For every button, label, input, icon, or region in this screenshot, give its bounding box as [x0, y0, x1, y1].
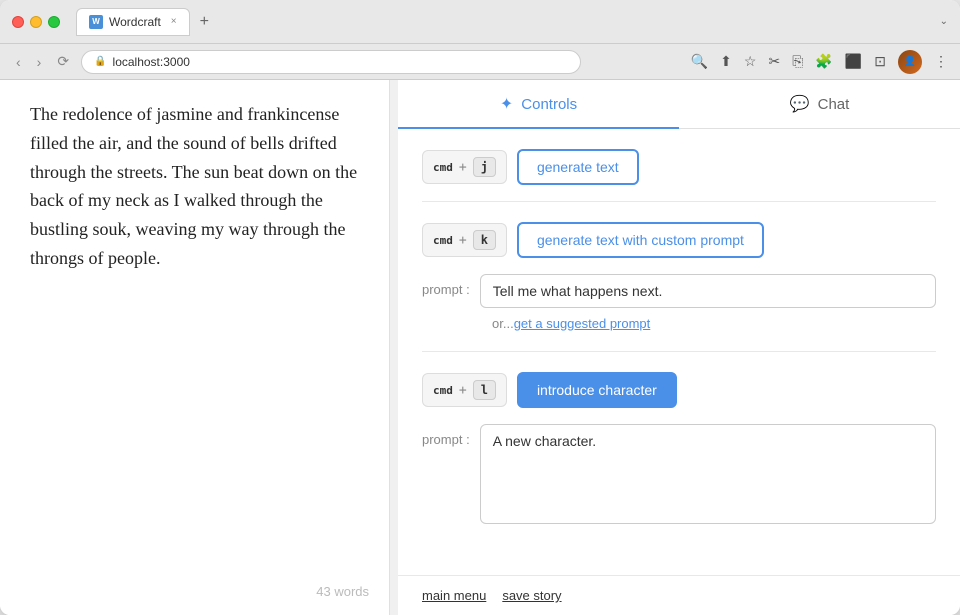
panel-tabs: ✦ Controls 💬 Chat	[398, 80, 960, 129]
search-icon[interactable]: 🔍	[691, 53, 708, 70]
avatar[interactable]: 👤	[898, 50, 922, 74]
save-story-link[interactable]: save story	[502, 588, 561, 603]
generate-text-button[interactable]: generate text	[517, 149, 639, 185]
generate-text-custom-button[interactable]: generate text with custom prompt	[517, 222, 764, 258]
browser-window: W Wordcraft × + ⌄ ‹ › ⟳ 🔒 localhost:3000…	[0, 0, 960, 615]
plus-sign-3: +	[459, 383, 467, 398]
suggest-link-row: or...get a suggested prompt	[492, 316, 936, 331]
back-button[interactable]: ‹	[12, 52, 25, 72]
main-content: The redolence of jasmine and frankincens…	[0, 80, 960, 615]
copy-icon[interactable]: ⎘	[792, 53, 803, 70]
extensions-icon[interactable]: 🧩	[815, 53, 832, 70]
close-button[interactable]	[12, 16, 24, 28]
tab-controls[interactable]: ✦ Controls	[398, 80, 679, 128]
get-suggested-prompt-link[interactable]: get a suggested prompt	[514, 316, 651, 331]
share-icon[interactable]: ⬆	[720, 53, 732, 70]
cmd-row-2: cmd + k generate text with custom prompt	[422, 222, 936, 258]
window-chevron[interactable]: ⌄	[940, 16, 948, 27]
panel-divider[interactable]	[390, 80, 398, 615]
chat-icon: 💬	[790, 94, 810, 114]
minimize-button[interactable]	[30, 16, 42, 28]
address-text: localhost:3000	[113, 55, 190, 69]
tab-chat[interactable]: 💬 Chat	[679, 80, 960, 128]
browser-tab[interactable]: W Wordcraft ×	[76, 8, 190, 36]
introduce-character-button[interactable]: introduce character	[517, 372, 677, 408]
prompt-input-2[interactable]	[480, 274, 936, 308]
tab-favicon: W	[89, 15, 103, 29]
tab-label: Wordcraft	[109, 15, 161, 29]
refresh-button[interactable]: ⟳	[53, 51, 73, 72]
cmd-badge-1: cmd + j	[422, 150, 507, 184]
cmd-modifier-1: cmd	[433, 161, 453, 174]
cmd-badge-3: cmd + l	[422, 373, 507, 407]
cmd-badge-2: cmd + k	[422, 223, 507, 257]
browser-toolbar: 🔍 ⬆ ☆ ✂ ⎘ 🧩 ⬛ ⊡ 👤 ⋮	[691, 50, 948, 74]
cmd-row-1: cmd + j generate text	[422, 149, 936, 185]
controls-panel: ✦ Controls 💬 Chat cmd + j generat	[398, 80, 960, 615]
prompt-label-3: prompt :	[422, 424, 470, 447]
prompt-label-2: prompt :	[422, 274, 470, 297]
suggest-prefix: or...	[492, 316, 514, 331]
divider-2	[422, 351, 936, 352]
plus-sign-2: +	[459, 233, 467, 248]
prompt-textarea-3[interactable]	[480, 424, 936, 524]
cut-icon[interactable]: ✂	[768, 53, 780, 70]
word-count: 43 words	[316, 584, 369, 599]
key-letter-2: k	[473, 230, 496, 250]
cmd-modifier-3: cmd	[433, 384, 453, 397]
more-icon[interactable]: ⋮	[934, 53, 948, 70]
new-tab-button[interactable]: +	[194, 13, 215, 31]
bottom-bar: main menu save story	[398, 575, 960, 615]
address-bar[interactable]: 🔒 localhost:3000	[81, 50, 581, 74]
prompt-row-2: prompt :	[422, 274, 936, 308]
maximize-button[interactable]	[48, 16, 60, 28]
cmd-modifier-2: cmd	[433, 234, 453, 247]
forward-button[interactable]: ›	[33, 52, 46, 72]
editor-panel: The redolence of jasmine and frankincens…	[0, 80, 390, 615]
plus-sign-1: +	[459, 160, 467, 175]
traffic-lights	[12, 16, 60, 28]
lock-icon: 🔒	[94, 56, 106, 67]
title-bar: W Wordcraft × + ⌄	[0, 0, 960, 44]
window-icon[interactable]: ⊡	[874, 53, 886, 70]
controls-tab-label: Controls	[521, 96, 577, 113]
prompt-row-3: prompt :	[422, 424, 936, 524]
address-bar-row: ‹ › ⟳ 🔒 localhost:3000 🔍 ⬆ ☆ ✂ ⎘ 🧩 ⬛ ⊡ 👤…	[0, 44, 960, 80]
key-letter-1: j	[473, 157, 496, 177]
editor-text[interactable]: The redolence of jasmine and frankincens…	[30, 100, 359, 273]
controls-sparkle-icon: ✦	[500, 94, 513, 114]
chat-tab-label: Chat	[818, 96, 850, 113]
tab-close-icon[interactable]: ×	[171, 16, 177, 27]
sidebar-icon[interactable]: ⬛	[845, 53, 862, 70]
controls-content: cmd + j generate text cmd + k generate t…	[398, 129, 960, 575]
window-controls: ⌄	[940, 16, 948, 27]
tab-bar: W Wordcraft × +	[76, 8, 924, 36]
key-letter-3: l	[473, 380, 496, 400]
cmd-row-3: cmd + l introduce character	[422, 372, 936, 408]
bookmark-icon[interactable]: ☆	[744, 53, 757, 70]
main-menu-link[interactable]: main menu	[422, 588, 486, 603]
divider-1	[422, 201, 936, 202]
